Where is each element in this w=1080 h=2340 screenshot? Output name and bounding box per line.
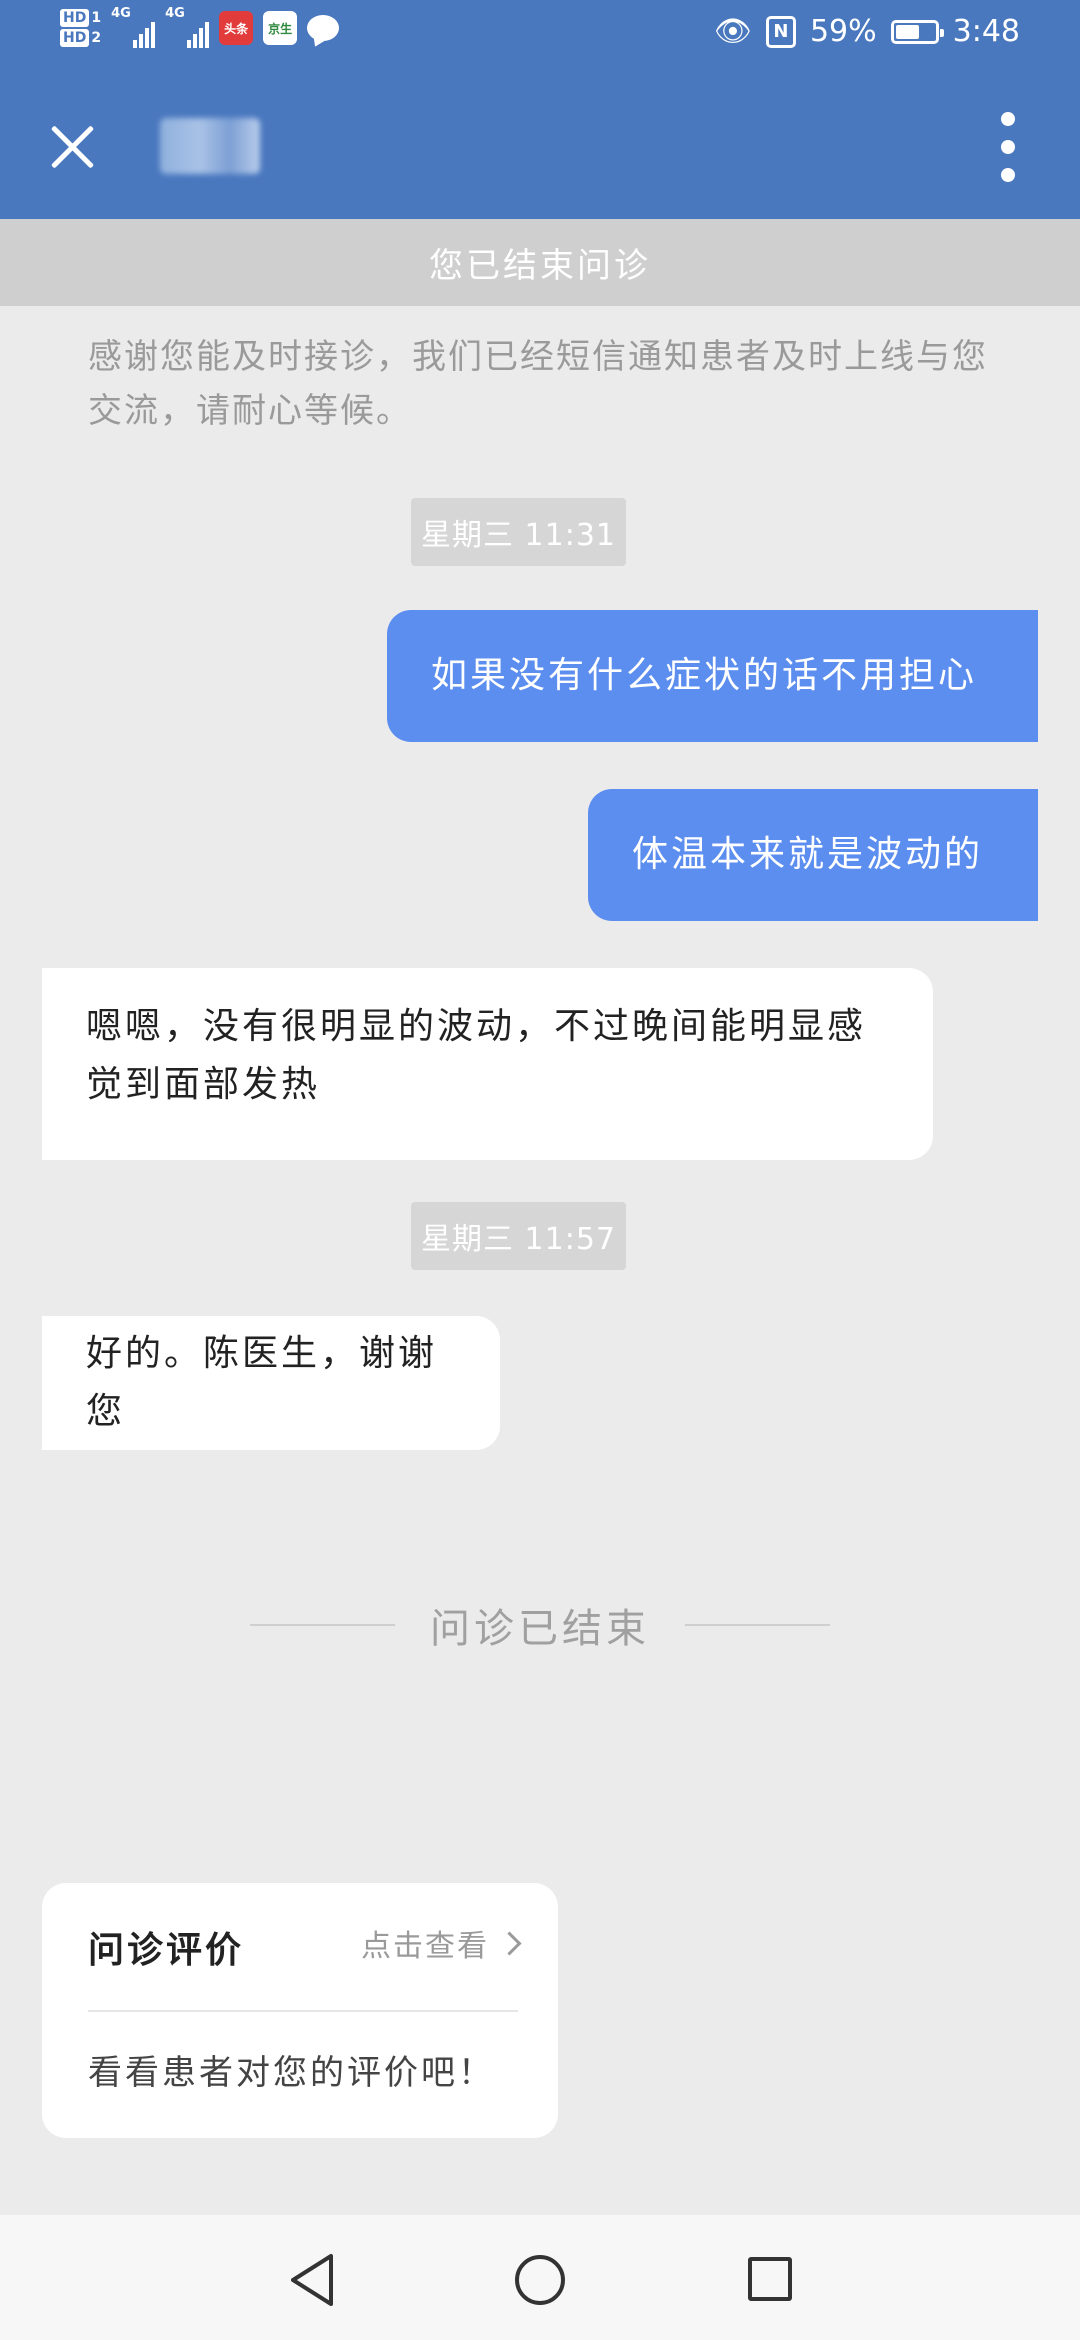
- incoming-message[interactable]: 嗯嗯，没有很明显的波动，不过晚间能明显感觉到面部发热: [42, 968, 933, 1160]
- blurred-contact-name: [160, 118, 260, 174]
- battery-percent: 59%: [809, 14, 877, 49]
- close-icon[interactable]: [40, 115, 105, 180]
- review-description: 看看患者对您的评价吧！: [88, 2053, 495, 2093]
- divider-text: 问诊已结束: [430, 1606, 650, 1652]
- consultation-ended-banner: 您已结束问诊: [0, 219, 1080, 306]
- hd-2-num: 2: [91, 30, 102, 46]
- hd-indicators: HD 1 HD 2: [60, 9, 101, 47]
- message-icon: [307, 15, 340, 41]
- more-vertical-icon[interactable]: [990, 112, 1026, 182]
- signal-icon-1: 4G: [111, 6, 156, 48]
- hd-2: HD 2: [60, 29, 101, 47]
- jingsheng-app-icon: 京生: [263, 11, 298, 45]
- incoming-message[interactable]: 好的。陈医生，谢谢您: [42, 1316, 500, 1450]
- review-separator: [88, 2010, 518, 2012]
- clock: 3:48: [952, 14, 1020, 49]
- eye-icon: 👁: [713, 14, 752, 49]
- system-note: 感谢您能及时接诊，我们已经短信通知患者及时上线与您交流，请耐心等候。: [88, 337, 988, 431]
- hd-1-num: 1: [91, 10, 102, 26]
- review-card[interactable]: 问诊评价 点击查看 看看患者对您的评价吧！: [42, 1883, 558, 2138]
- status-bar-left: HD 1 HD 2 4G 4G 头条 京生: [60, 6, 340, 48]
- status-bar: HD 1 HD 2 4G 4G 头条 京生 👁 N 59% 3:48: [0, 0, 1080, 72]
- outgoing-message[interactable]: 体温本来就是波动的: [588, 789, 1038, 921]
- divider-line-left: [250, 1624, 395, 1626]
- timestamp: 星期三 11:57: [411, 1202, 626, 1270]
- app-header: HD 1 HD 2 4G 4G 头条 京生 👁 N 59% 3:48: [0, 0, 1080, 219]
- hd-1-label: HD: [60, 9, 90, 27]
- recent-apps-icon[interactable]: [748, 2257, 792, 2301]
- home-icon[interactable]: [515, 2255, 565, 2305]
- hd-1: HD 1: [60, 9, 101, 27]
- toutiao-app-icon: 头条: [219, 11, 254, 45]
- status-bar-right: 👁 N 59% 3:48: [714, 14, 1020, 49]
- signal-2-label: 4G: [165, 6, 185, 21]
- divider-line-right: [685, 1624, 830, 1626]
- chevron-right-icon: [497, 1930, 522, 1956]
- hd-2-label: HD: [60, 29, 90, 47]
- consultation-ended-divider: 问诊已结束: [250, 1595, 830, 1655]
- view-review-link[interactable]: 点击查看: [361, 1921, 522, 1965]
- system-navigation-bar: [0, 2215, 1080, 2340]
- nfc-icon: N: [765, 15, 796, 48]
- battery-icon: [890, 19, 944, 44]
- review-title: 问诊评价: [88, 1930, 245, 1971]
- outgoing-message[interactable]: 如果没有什么症状的话不用担心: [387, 610, 1038, 742]
- signal-1-label: 4G: [111, 6, 131, 21]
- timestamp: 星期三 11:31: [411, 498, 626, 566]
- view-review-label: 点击查看: [361, 1929, 489, 1964]
- back-icon[interactable]: [283, 2250, 343, 2310]
- signal-icon-2: 4G: [165, 6, 210, 48]
